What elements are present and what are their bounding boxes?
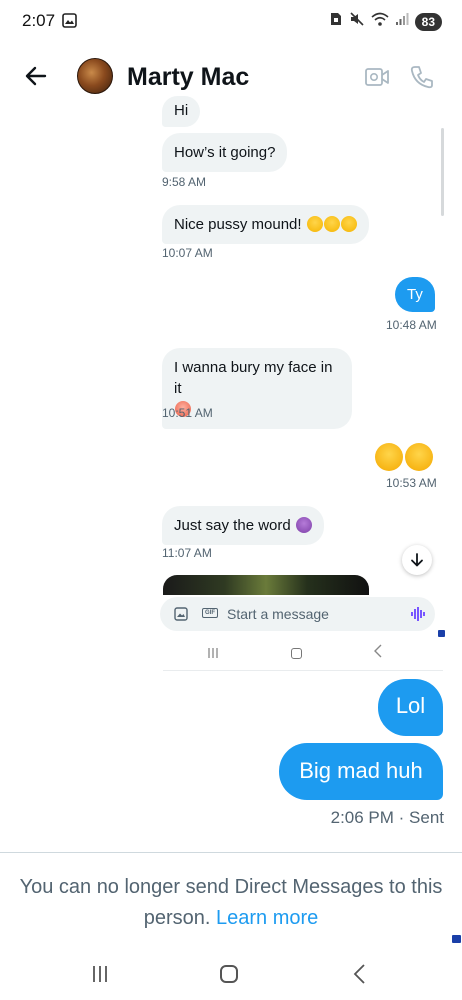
message-bubble-outgoing[interactable]: Ty <box>395 277 435 312</box>
wifi-icon <box>371 12 389 32</box>
message-text: How’s it going? <box>174 144 276 161</box>
divider <box>0 852 462 853</box>
message-timestamp: 10:51 AM <box>162 406 213 420</box>
sim-card-icon <box>329 12 343 31</box>
gallery-icon <box>62 13 77 33</box>
signal-icon <box>395 12 409 31</box>
smiling-face-icon[interactable] <box>375 443 403 471</box>
message-timestamp: 9:58 AM <box>162 175 207 189</box>
message-text: Big mad huh <box>299 758 423 783</box>
compose-input[interactable]: Start a message <box>227 606 329 622</box>
scroll-down-button[interactable] <box>402 545 432 575</box>
smiling-devil-icon <box>295 517 312 533</box>
message-composer[interactable]: GIF Start a message <box>160 597 435 631</box>
gif-icon[interactable]: GIF <box>202 608 218 618</box>
message-timestamp: 11:07 AM <box>162 546 212 560</box>
video-call-icon[interactable] <box>364 66 390 93</box>
smiling-face-icon <box>323 216 340 232</box>
system-nav-bar <box>0 956 462 996</box>
divider <box>163 670 443 671</box>
mute-icon <box>349 11 365 32</box>
smiling-face-icon <box>340 216 357 232</box>
embedded-nav-bar <box>163 643 443 667</box>
message-text: Ty <box>407 286 423 303</box>
message-bubble-incoming[interactable]: Nice pussy mound! <box>162 205 369 244</box>
scrollbar[interactable] <box>441 128 444 216</box>
phone-call-icon[interactable] <box>409 64 435 95</box>
message-timestamp: 10:07 AM <box>162 246 213 260</box>
message-text: Just say the word <box>174 517 291 534</box>
message-timestamp: 10:53 AM <box>386 476 437 490</box>
learn-more-link[interactable]: Learn more <box>216 907 318 929</box>
dm-restricted-notice: You can no longer send Direct Messages t… <box>18 872 444 934</box>
message-bubble-incoming[interactable]: Hi <box>162 96 201 127</box>
battery-icon: 83 <box>414 12 442 31</box>
status-bar: 2:07 83 <box>0 0 462 44</box>
message-timestamp: 10:48 AM <box>386 318 437 332</box>
message-bubble-outgoing[interactable]: Big mad huh <box>279 743 443 800</box>
back-icon <box>373 644 383 663</box>
conversation-header: Marty Mac <box>0 50 462 106</box>
recent-apps-icon <box>207 646 219 664</box>
message-text: I wanna bury my face in it <box>174 359 333 397</box>
image-icon[interactable] <box>174 607 188 626</box>
recent-apps-icon[interactable] <box>90 964 110 989</box>
voice-icon[interactable] <box>411 606 425 627</box>
avatar[interactable] <box>77 58 113 94</box>
message-text: Hi <box>174 102 189 119</box>
status-time: 2:07 <box>22 11 56 30</box>
message-bubble-incoming[interactable]: Just say the word <box>162 506 324 545</box>
media-preview[interactable] <box>163 575 369 595</box>
back-arrow-icon[interactable] <box>24 64 48 93</box>
contact-name[interactable]: Marty Mac <box>127 63 249 92</box>
message-bubble-incoming[interactable]: How’s it going? <box>162 133 288 172</box>
smiling-face-icon[interactable] <box>405 443 433 471</box>
home-icon[interactable] <box>220 965 238 983</box>
sent-status: 2:06 PM · Sent <box>330 808 444 827</box>
smiling-face-icon <box>306 216 323 232</box>
notification-marker-icon <box>452 935 461 943</box>
home-icon <box>291 648 302 659</box>
back-icon[interactable] <box>352 963 366 990</box>
message-text: Lol <box>395 693 426 718</box>
message-text: Nice pussy mound! <box>174 216 302 233</box>
notification-marker-icon <box>438 630 445 637</box>
message-bubble-outgoing[interactable]: Lol <box>378 679 443 736</box>
arrow-down-icon <box>411 553 423 567</box>
